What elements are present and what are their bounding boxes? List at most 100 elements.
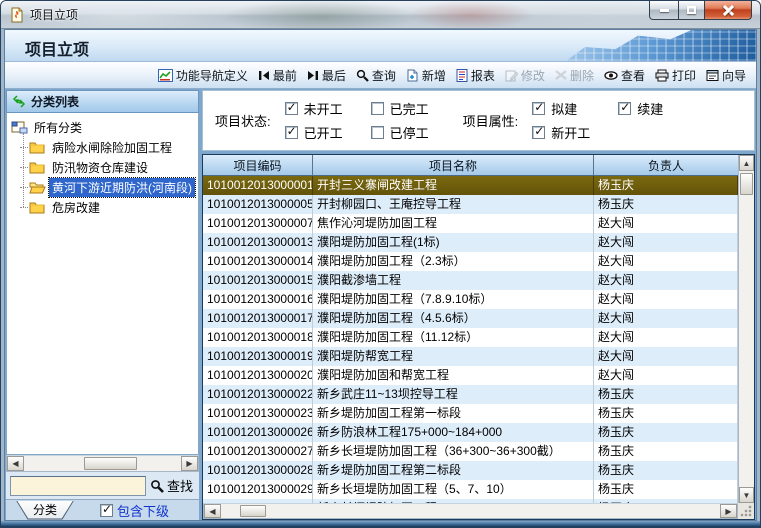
status-option-label: 已开工 (304, 123, 343, 142)
cell-person: 赵大闯 (594, 233, 738, 252)
status-option[interactable]: 未开工 (285, 99, 343, 118)
status-checkbox[interactable] (285, 126, 298, 139)
cell-person: 赵大闯 (594, 328, 738, 347)
tree-horizontal-scrollbar[interactable]: ◀ ▶ (6, 455, 199, 472)
status-checkbox[interactable] (285, 102, 298, 115)
find-icon (150, 479, 164, 493)
toolbar-button-first[interactable]: 最前 (254, 64, 301, 87)
column-header-name[interactable]: 项目名称 (313, 155, 594, 175)
property-option[interactable]: 续建 (618, 99, 663, 118)
cell-name: 濮阳堤防加固工程（2.3标） (313, 252, 594, 271)
table-row[interactable]: 1010012013000017濮阳堤防加固工程（4.5.6标）赵大闯 (203, 309, 738, 328)
tree-root-all-categories[interactable]: 所有分类 (11, 117, 196, 137)
scroll-left-icon[interactable]: ◀ (7, 456, 24, 471)
tree-item-category[interactable]: 黄河下游近期防洪(河南段) (20, 177, 196, 197)
column-header-code[interactable]: 项目编码 (203, 155, 313, 175)
maximize-button[interactable] (678, 1, 705, 20)
scrollbar-thumb[interactable] (84, 457, 137, 470)
close-icon (723, 5, 734, 16)
table-row[interactable]: 1010012013000023新乡堤防加固工程第一标段杨玉庆 (203, 404, 738, 423)
find-button[interactable]: 查找 (150, 476, 193, 495)
column-header-person[interactable]: 负责人 (594, 155, 738, 175)
scroll-right-icon[interactable]: ▶ (181, 456, 198, 471)
app-icon (9, 7, 25, 23)
tree-children: 病险水闸除险加固工程 防汛物资仓库建设 黄河下游近期防洪(河南段) 危房改建 (20, 137, 196, 217)
category-list-header[interactable]: 分类列表 (6, 90, 199, 113)
table-row[interactable]: 1010012013000019濮阳堤防帮宽工程赵大闯 (203, 347, 738, 366)
toolbar-button-delete: 删除 (551, 64, 598, 87)
table-row[interactable]: 1010012013000022新乡武庄11~13坝控导工程杨玉庆 (203, 385, 738, 404)
minimize-button[interactable] (649, 1, 678, 20)
scroll-up-icon[interactable]: ▲ (739, 155, 754, 171)
property-checkbox[interactable] (618, 102, 631, 115)
table-row[interactable]: 1010012013000007焦作沁河堤防加固工程赵大闯 (203, 214, 738, 233)
toolbar-button-view[interactable]: 查看 (600, 64, 649, 87)
cell-code: 1010012013000028 (203, 461, 313, 480)
include-sublevel-option[interactable]: 包含下级 (100, 501, 169, 520)
tree-item-category[interactable]: 防汛物资仓库建设 (20, 157, 196, 177)
toolbar-button-report[interactable]: 报表 (452, 64, 499, 87)
cell-code: 1010012013000017 (203, 309, 313, 328)
toolbar-label: 删除 (570, 67, 594, 84)
table-row[interactable]: 1010012013000027新乡长垣堤防加固工程（36+300~36+300… (203, 442, 738, 461)
property-option[interactable]: 新开工 (532, 123, 590, 142)
status-checkbox[interactable] (371, 126, 384, 139)
scroll-right-icon[interactable]: ▶ (720, 504, 737, 518)
folder-icon (29, 160, 46, 174)
scrollbar-track[interactable] (739, 171, 754, 487)
table-row[interactable]: 1010012013000026新乡防浪林工程175+000~184+000杨玉… (203, 423, 738, 442)
table-row[interactable]: 1010012013000014濮阳堤防加固工程（2.3标）赵大闯 (203, 252, 738, 271)
property-option[interactable]: 拟建 (532, 99, 590, 118)
category-tree: 所有分类 病险水闸除险加固工程 防汛物资仓库建设 黄河下游近期防洪(河南段) (6, 113, 199, 455)
cell-name: 新乡防浪林工程175+000~184+000 (313, 423, 594, 442)
toolbar-button-nav-define[interactable]: 功能导航定义 (154, 64, 252, 87)
property-checkbox[interactable] (532, 126, 545, 139)
cell-code: 1010012013000001 (203, 176, 313, 195)
table-row[interactable]: 1010012013000013濮阳堤防加固工程(1标)赵大闯 (203, 233, 738, 252)
scrollbar-track[interactable] (24, 456, 181, 471)
table-row[interactable]: 1010012013000016濮阳堤防加固工程（7.8.9.10标）赵大闯 (203, 290, 738, 309)
tree-item-category[interactable]: 危房改建 (20, 197, 196, 217)
toolbar-label: 打印 (672, 67, 696, 84)
toolbar-button-add[interactable]: 新增 (402, 64, 450, 87)
cell-code: 1010012013000014 (203, 252, 313, 271)
scroll-down-icon[interactable]: ▼ (739, 487, 754, 503)
table-row[interactable]: 1010012013000029新乡长垣堤防加固工程（5、7、10）杨玉庆 (203, 480, 738, 499)
table-vertical-scrollbar[interactable]: ▲ ▼ (738, 155, 754, 503)
status-option[interactable]: 已完工 (371, 99, 429, 118)
close-button[interactable] (705, 1, 752, 20)
tree-item-category[interactable]: 病险水闸除险加固工程 (20, 137, 196, 157)
toolbar-button-query[interactable]: 查询 (352, 64, 400, 87)
tab-category[interactable]: 分类 (16, 501, 74, 520)
include-sublevel-checkbox[interactable] (100, 504, 113, 517)
scrollbar-thumb[interactable] (740, 173, 753, 195)
toolbar-button-wizard[interactable]: 向导 (702, 64, 750, 87)
property-filter-label: 项目属性: (463, 111, 519, 130)
status-checkbox[interactable] (371, 102, 384, 115)
toolbar-button-last[interactable]: 最后 (303, 64, 350, 87)
property-option-label: 续建 (637, 99, 663, 118)
toolbar-button-print[interactable]: 打印 (651, 64, 700, 87)
find-label: 查找 (167, 476, 193, 495)
status-option[interactable]: 已开工 (285, 123, 343, 142)
cell-code: 1010012013000007 (203, 214, 313, 233)
status-option[interactable]: 已停工 (371, 123, 429, 142)
scrollbar-track[interactable] (221, 504, 720, 518)
scrollbar-thumb[interactable] (240, 505, 266, 517)
table-row[interactable]: 1010012013000020濮阳堤防加固和帮宽工程赵大闯 (203, 366, 738, 385)
table-row[interactable]: 1010012013000015濮阳截渗墙工程赵大闯 (203, 271, 738, 290)
table-row[interactable]: 1010012013000005开封柳园口、王庵控导工程杨玉庆 (203, 195, 738, 214)
scroll-left-icon[interactable]: ◀ (204, 504, 221, 518)
property-checkbox[interactable] (532, 102, 545, 115)
table-horizontal-scrollbar[interactable]: ◀ ▶ (203, 503, 738, 519)
category-search-input[interactable] (10, 476, 146, 496)
table-row[interactable]: 1010012013000001开封三义寨闸改建工程杨玉庆 (203, 176, 738, 195)
table-row[interactable]: 1010012013000018濮阳堤防加固工程（11.12标）赵大闯 (203, 328, 738, 347)
cell-name: 濮阳截渗墙工程 (313, 271, 594, 290)
table-body: 1010012013000001开封三义寨闸改建工程杨玉庆10100120130… (203, 176, 738, 503)
table-row[interactable]: 1010012013000028新乡堤防加固工程第二标段杨玉庆 (203, 461, 738, 480)
resize-grip[interactable] (738, 503, 754, 519)
titlebar[interactable]: 项目立项 (1, 1, 760, 29)
caption-buttons (649, 1, 752, 20)
folder-icon (29, 200, 46, 214)
